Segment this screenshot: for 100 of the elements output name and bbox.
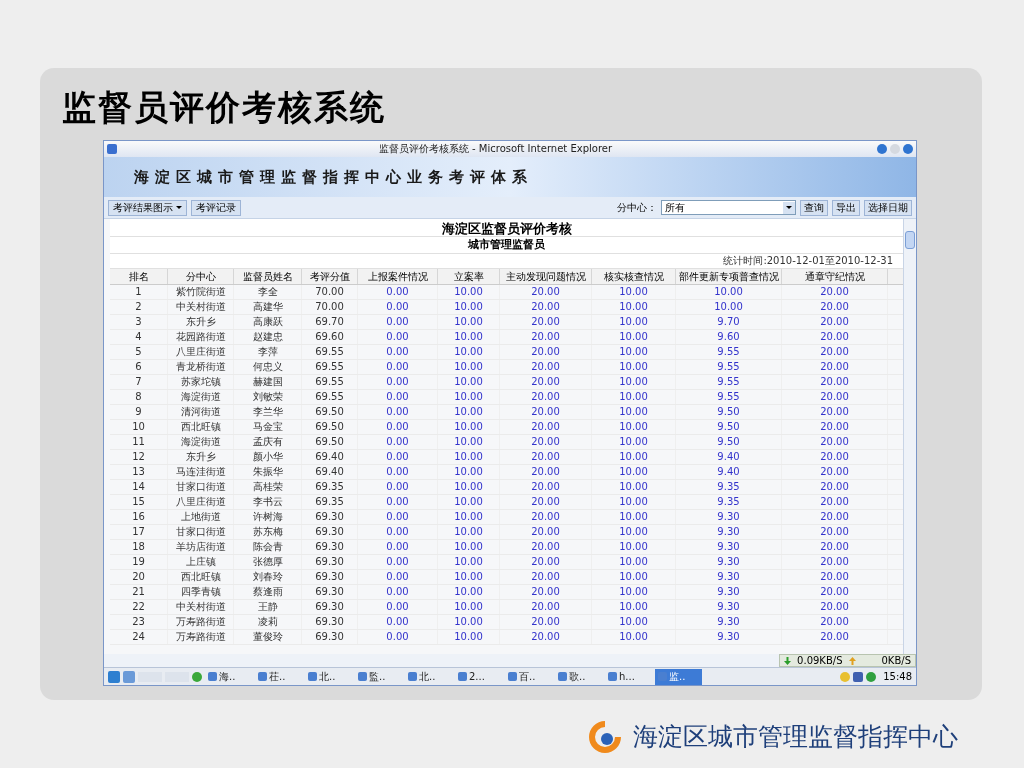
table-cell: 0.00: [358, 450, 438, 464]
table-cell: 70.00: [302, 285, 358, 299]
table-cell: 0.00: [358, 420, 438, 434]
footer-title: 海淀区城市管理监督指挥中心: [633, 721, 958, 753]
table-cell: 14: [110, 480, 168, 494]
table-cell: 10.00: [438, 540, 500, 554]
table-cell: 10.00: [438, 510, 500, 524]
table-cell: 10.00: [592, 615, 676, 629]
table-cell: 0.00: [358, 465, 438, 479]
table-cell: 蔡逢雨: [234, 585, 302, 599]
table-cell: 10.00: [592, 450, 676, 464]
table-cell: 21: [110, 585, 168, 599]
table-cell: 羊坊店街道: [168, 540, 234, 554]
table-cell: 10.00: [592, 465, 676, 479]
table-cell: 甘家口街道: [168, 525, 234, 539]
table-cell: 69.50: [302, 435, 358, 449]
minimize-button[interactable]: [877, 144, 887, 154]
table-cell: 69.30: [302, 615, 358, 629]
table-cell: 20.00: [782, 600, 888, 614]
table-cell: 20.00: [782, 630, 888, 644]
table-cell: 69.55: [302, 390, 358, 404]
scrollbar-thumb[interactable]: [905, 231, 915, 249]
table-cell: 高桂荣: [234, 480, 302, 494]
table-cell: 10.00: [592, 540, 676, 554]
table-cell: 10.00: [592, 345, 676, 359]
table-cell: 0.00: [358, 570, 438, 584]
table-cell: 0.00: [358, 510, 438, 524]
report-title: 海淀区监督员评价考核: [110, 219, 903, 237]
table-cell: 10.00: [438, 615, 500, 629]
table-cell: 10.00: [438, 630, 500, 644]
table-cell: 赫建国: [234, 375, 302, 389]
table-cell: 10.00: [438, 405, 500, 419]
table-cell: 5: [110, 345, 168, 359]
table-cell: 花园路街道: [168, 330, 234, 344]
table-cell: 0.00: [358, 615, 438, 629]
table-cell: 69.50: [302, 420, 358, 434]
toolbar-button[interactable]: 考评结果图示: [108, 199, 187, 216]
table-cell: 10.00: [592, 570, 676, 584]
logo-icon: [587, 718, 623, 755]
toolbar-button[interactable]: 查询: [800, 199, 828, 216]
table-cell: 10.00: [438, 435, 500, 449]
scrollbar[interactable]: [903, 219, 916, 654]
table-cell: 69.55: [302, 360, 358, 374]
column-header: 主动发现问题情况: [500, 269, 592, 284]
table-cell: 20.00: [500, 540, 592, 554]
table-cell: 2: [110, 300, 168, 314]
table-cell: 20.00: [782, 315, 888, 329]
table-cell: 李全: [234, 285, 302, 299]
table-cell: 9.55: [676, 345, 782, 359]
column-header: 考评分值: [302, 269, 358, 284]
table-cell: 上庄镇: [168, 555, 234, 569]
table-cell: 9.30: [676, 510, 782, 524]
table-cell: 陈会青: [234, 540, 302, 554]
table-cell: 颜小华: [234, 450, 302, 464]
column-header: 核实核查情况: [592, 269, 676, 284]
table-cell: 20.00: [500, 345, 592, 359]
table-cell: 20.00: [782, 525, 888, 539]
column-header: 上报案件情况: [358, 269, 438, 284]
table-cell: 20.00: [500, 615, 592, 629]
table-cell: 20.00: [782, 465, 888, 479]
table-cell: 9.30: [676, 525, 782, 539]
taskbar-button[interactable]: 监..: [655, 668, 702, 685]
table-cell: 17: [110, 525, 168, 539]
table-cell: 0.00: [358, 375, 438, 389]
table-cell: 24: [110, 630, 168, 644]
table-cell: 69.30: [302, 510, 358, 524]
table-cell: 10.00: [438, 330, 500, 344]
table-cell: 刘春玲: [234, 570, 302, 584]
toolbar-button[interactable]: 导出: [832, 199, 860, 216]
banner-title: 海淀区城市管理监督指挥中心业务考评体系: [134, 166, 533, 188]
table-cell: 0.00: [358, 480, 438, 494]
table-cell: 69.35: [302, 495, 358, 509]
toolbar-button[interactable]: 考评记录: [191, 199, 241, 216]
table-cell: 凌莉: [234, 615, 302, 629]
table-cell: 苏家坨镇: [168, 375, 234, 389]
table-cell: 9.55: [676, 375, 782, 389]
table-cell: 3: [110, 315, 168, 329]
table-cell: 20.00: [500, 435, 592, 449]
table-cell: 20.00: [782, 330, 888, 344]
table-cell: 0.00: [358, 585, 438, 599]
center-select[interactable]: 所有: [661, 200, 796, 215]
table-cell: 9.55: [676, 390, 782, 404]
close-button[interactable]: [903, 144, 913, 154]
table-cell: 刘敏荣: [234, 390, 302, 404]
table-cell: 10.00: [592, 360, 676, 374]
table-cell: 10.00: [676, 300, 782, 314]
table-cell: 20.00: [500, 495, 592, 509]
table-cell: 69.30: [302, 585, 358, 599]
table-cell: 马连洼街道: [168, 465, 234, 479]
table-cell: 9.60: [676, 330, 782, 344]
table-cell: 1: [110, 285, 168, 299]
table-cell: 10.00: [438, 285, 500, 299]
table-cell: 20.00: [782, 435, 888, 449]
upload-arrow-icon: [848, 656, 856, 665]
table-cell: 10.00: [438, 480, 500, 494]
table-cell: 0.00: [358, 435, 438, 449]
toolbar-button[interactable]: 选择日期: [864, 199, 912, 216]
column-header: 监督员姓名: [234, 269, 302, 284]
table-cell: 70.00: [302, 300, 358, 314]
table-cell: 9.40: [676, 450, 782, 464]
